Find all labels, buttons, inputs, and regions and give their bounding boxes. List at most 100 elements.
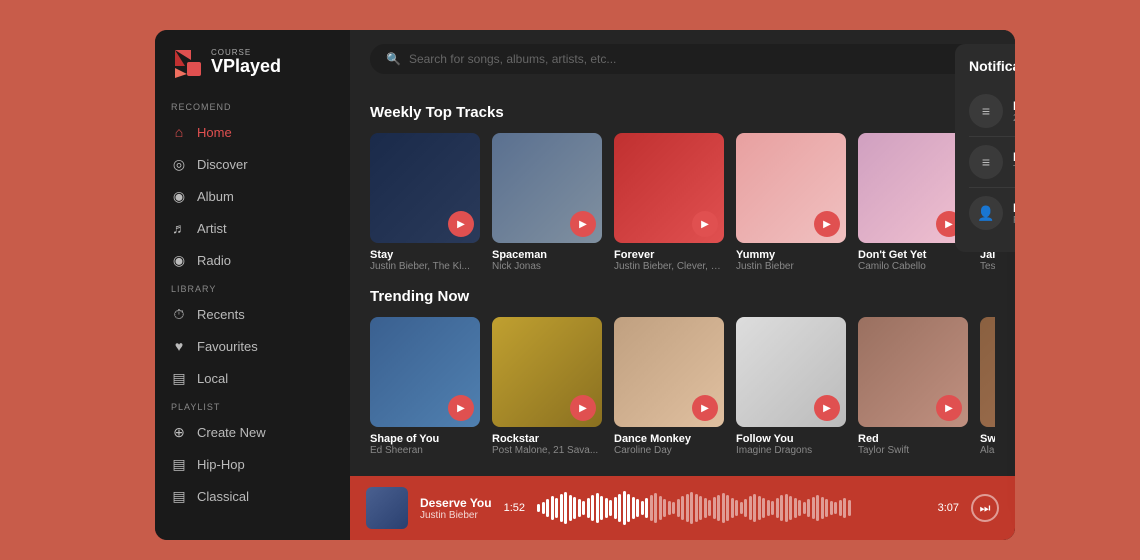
waveform-bar [564, 492, 567, 524]
waveform-bar [573, 497, 576, 519]
sidebar-item-recents[interactable]: ⏱ Recents [155, 298, 350, 330]
track-play-button[interactable]: ▶ [814, 211, 840, 237]
waveform-bar [821, 497, 824, 519]
waveform-bar [807, 499, 810, 517]
sidebar-section-label-recomend: RECOMEND [155, 94, 350, 116]
favourites-icon: ♥ [171, 338, 187, 354]
player-info: Deserve You Justin Bieber [420, 496, 492, 521]
artist-icon: ♬ [171, 220, 187, 236]
recents-label: Recents [197, 307, 245, 322]
favourites-label: Favourites [197, 339, 258, 354]
track-artist: Post Malone, 21 Sava... [492, 445, 602, 456]
track-card: ▶RockstarPost Malone, 21 Sava... [492, 317, 602, 456]
waveform-bar [582, 501, 585, 515]
sidebar-item-hip-hop[interactable]: ▤Hip-Hop [155, 448, 350, 480]
track-artist: Justin Bieber, The Ki... [370, 261, 480, 272]
waveform-bar [735, 500, 738, 516]
notif-item-body: Playlist Added234 Songs [1013, 99, 1015, 124]
notif-item[interactable]: ≡Playlist Added234 Songs2 Mins [969, 86, 1015, 137]
waveform-bar [659, 496, 662, 520]
waveform-bar [546, 499, 549, 517]
waveform-bar [668, 501, 671, 515]
sidebar-item-classical[interactable]: ▤Classical [155, 480, 350, 512]
home-icon: ⌂ [171, 124, 187, 140]
waveform-bar [798, 500, 801, 516]
notif-item-sub: To 8 People [1013, 164, 1015, 175]
local-icon: ▤ [171, 370, 187, 386]
waveform-bar [560, 494, 563, 522]
track-artist: Alan Wal... [980, 445, 995, 456]
sidebar-item-create-new[interactable]: ⊕ Create New [155, 416, 350, 448]
track-thumbnail: ▶ [614, 133, 724, 243]
waveform-bar [623, 491, 626, 525]
track-play-button[interactable]: ▶ [692, 211, 718, 237]
notif-item-title: Playlist Shared [1013, 150, 1015, 164]
logo-text: COURSE VPlayed [211, 49, 281, 75]
notifications-panel: Notifications View All ≡ Playlist Added23… [955, 44, 1015, 252]
waveform-bar [740, 502, 743, 514]
notif-item[interactable]: ≡Playlist SharedTo 8 People6 Hours [969, 137, 1015, 188]
main-content: 🔍 Search for songs, albums, artists, etc… [350, 30, 1015, 540]
waveform-bar [834, 502, 837, 514]
player-skip-button[interactable]: ⏭ [971, 494, 999, 522]
notif-item-body: Playlist SharedTo 8 People [1013, 150, 1015, 175]
waveform-bar [767, 500, 770, 516]
sidebar: COURSE VPlayed RECOMEND⌂Home◎Discover◉Al… [155, 30, 350, 540]
notif-items: ≡Playlist Added234 Songs2 Mins≡Playlist … [969, 86, 1015, 238]
sidebar-sections: RECOMEND⌂Home◎Discover◉Album♬Artist◉Radi… [155, 94, 350, 512]
waveform-bar [731, 498, 734, 518]
notif-item-icon: ≡ [969, 145, 1003, 179]
recents-icon: ⏱ [171, 306, 187, 322]
waveform-bar [569, 495, 572, 521]
notif-header: Notifications View All [969, 58, 1015, 74]
sidebar-item-discover[interactable]: ◎Discover [155, 148, 350, 180]
track-thumbnail: ▶ [492, 317, 602, 427]
waveform-bar [830, 501, 833, 515]
track-card: ▶ Follow YouImagine Dragons [736, 317, 846, 456]
trending-now-title: Trending Now [370, 288, 995, 305]
waveform-bar [699, 496, 702, 520]
waveform-bar [677, 499, 680, 517]
search-box[interactable]: 🔍 Search for songs, albums, artists, etc… [370, 44, 995, 74]
notif-title: Notifications [969, 58, 1015, 74]
waveform-bar [785, 494, 788, 522]
classical-icon: ▤ [171, 488, 187, 504]
create-new-label: Create New [197, 425, 266, 440]
player-thumb [366, 487, 408, 529]
notif-item-sub: Photo Updated [1013, 215, 1015, 226]
waveform-bar [794, 498, 797, 518]
sidebar-item-favourites[interactable]: ♥ Favourites [155, 330, 350, 362]
track-play-button[interactable]: ▶ [814, 395, 840, 421]
track-play-button[interactable]: ▶ [570, 211, 596, 237]
track-play-button[interactable]: ▶ [570, 395, 596, 421]
track-play-button[interactable]: ▶ [936, 395, 962, 421]
sidebar-item-home[interactable]: ⌂Home [155, 116, 350, 148]
track-artist: Imagine Dragons [736, 445, 846, 456]
track-name: Dance Monkey [614, 433, 724, 445]
sidebar-item-local[interactable]: ▤Local [155, 362, 350, 394]
sidebar-item-artist[interactable]: ♬Artist [155, 212, 350, 244]
create-new-icon: ⊕ [171, 424, 187, 440]
sidebar-item-radio[interactable]: ◉Radio [155, 244, 350, 276]
logo-area: COURSE VPlayed [155, 46, 350, 94]
track-play-button[interactable]: ▶ [448, 395, 474, 421]
waveform-bar [839, 500, 842, 516]
track-artist: Nick Jonas [492, 261, 602, 272]
album-icon: ◉ [171, 188, 187, 204]
notif-item[interactable]: 👤Profile UpdatePhoto Updated8 Hours [969, 188, 1015, 238]
waveform-bar [690, 492, 693, 524]
waveform-bar [789, 496, 792, 520]
track-name: Follow You [736, 433, 846, 445]
waveform-bar [627, 494, 630, 522]
waveform-bar [663, 499, 666, 517]
track-play-button[interactable]: ▶ [448, 211, 474, 237]
waveform-bar [717, 495, 720, 521]
waveform-bar [632, 497, 635, 519]
notif-item-icon: ≡ [969, 94, 1003, 128]
track-artist: Taylor Swift [858, 445, 968, 456]
waveform-bar [578, 499, 581, 517]
sidebar-item-album[interactable]: ◉Album [155, 180, 350, 212]
track-play-button[interactable]: ▶ [692, 395, 718, 421]
track-thumbnail: ▶ [614, 317, 724, 427]
waveform-bar [681, 496, 684, 520]
